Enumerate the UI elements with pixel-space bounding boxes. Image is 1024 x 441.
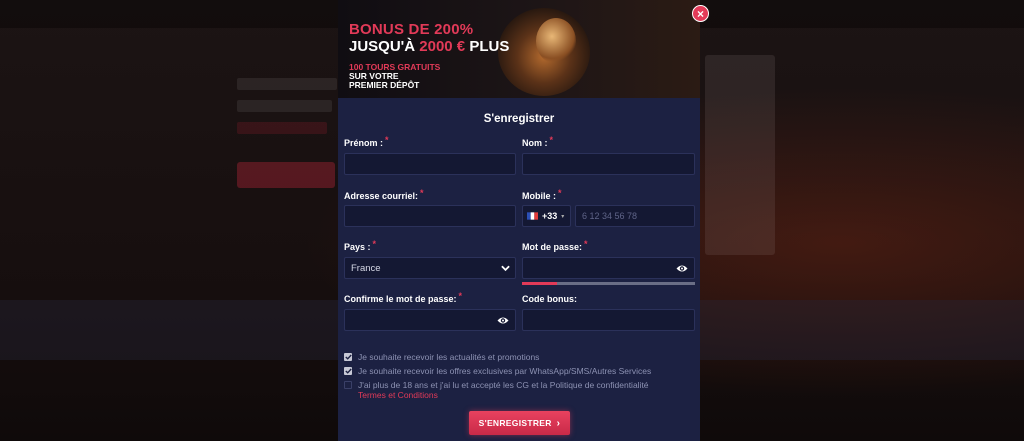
check-icon	[344, 368, 352, 374]
country-code-select[interactable]: +33 ▾	[522, 205, 571, 227]
banner-line2: JUSQU'À 2000 € PLUS	[349, 38, 509, 55]
prenom-label: Prénom : *	[344, 135, 389, 148]
country-code: +33	[542, 211, 558, 221]
register-submit-label: S'ENREGISTRER	[478, 418, 552, 428]
password-label: Mot de passe: *	[522, 239, 588, 252]
eye-icon[interactable]	[676, 263, 688, 274]
bonus-code-input[interactable]	[522, 309, 695, 331]
required-mark: *	[584, 239, 588, 249]
terms-checkbox-label: J'ai plus de 18 ans et j'ai lu et accept…	[358, 380, 649, 390]
email-label-text: Adresse courriel:	[344, 191, 419, 201]
bonus-code-label-text: Code bonus:	[522, 294, 577, 304]
email-label: Adresse courriel: *	[344, 188, 424, 201]
banner-line2-suffix: PLUS	[469, 38, 510, 55]
prenom-input[interactable]	[344, 153, 516, 175]
check-icon	[344, 354, 352, 360]
bonus-banner: BONUS DE 200% JUSQU'À 2000 € PLUS 100 TO…	[338, 0, 700, 98]
confirm-password-input[interactable]	[344, 309, 516, 331]
mobile-label-text: Mobile :	[522, 191, 556, 201]
nom-input[interactable]	[522, 153, 695, 175]
required-mark: *	[385, 135, 389, 145]
background-hero-line	[237, 122, 327, 134]
whatsapp-offers-checkbox-label: Je souhaite recevoir les offres exclusiv…	[358, 366, 652, 376]
pays-label-text: Pays :	[344, 242, 371, 252]
caret-down-icon: ▾	[561, 213, 565, 220]
terms-link[interactable]: Termes et Conditions	[358, 390, 438, 400]
pays-label: Pays : *	[344, 239, 377, 252]
bonus-code-label: Code bonus:	[522, 294, 577, 304]
banner-glow	[536, 18, 576, 64]
email-input[interactable]	[344, 205, 516, 227]
password-label-text: Mot de passe:	[522, 242, 583, 252]
form-title: S'enregistrer	[483, 113, 555, 125]
mobile-placeholder: 6 12 34 56 78	[582, 211, 638, 221]
nom-label-text: Nom :	[522, 138, 548, 148]
password-input[interactable]	[522, 257, 695, 279]
newsletter-checkbox-label: Je souhaite recevoir les actualités et p…	[358, 352, 540, 362]
background-hero-line	[237, 78, 337, 90]
pays-value: France	[351, 262, 381, 274]
france-flag-icon	[527, 212, 538, 220]
chevron-down-icon	[501, 265, 510, 272]
background-hero-line	[237, 100, 332, 112]
password-strength-bar	[522, 282, 695, 285]
confirm-password-label-text: Confirme le mot de passe:	[344, 294, 457, 304]
required-mark: *	[420, 188, 424, 198]
required-mark: *	[549, 135, 554, 145]
eye-icon[interactable]	[497, 315, 509, 326]
mobile-input[interactable]: 6 12 34 56 78	[575, 205, 695, 227]
banner-line4: SUR VOTRE PREMIER DÉPÔT	[349, 71, 420, 90]
banner-line1: BONUS DE 200%	[349, 21, 474, 38]
pays-select[interactable]: France	[344, 257, 516, 279]
chevron-right-icon: ›	[556, 417, 561, 429]
mobile-label: Mobile : *	[522, 188, 562, 201]
register-modal: BONUS DE 200% JUSQU'À 2000 € PLUS 100 TO…	[338, 0, 700, 441]
background-hero-button	[237, 162, 335, 188]
required-mark: *	[558, 188, 562, 198]
close-icon[interactable]: ×	[692, 5, 709, 22]
whatsapp-offers-checkbox[interactable]	[344, 367, 352, 375]
register-submit-button[interactable]: S'ENREGISTRER ›	[469, 411, 570, 435]
banner-line2-prefix: JUSQU'À	[349, 38, 416, 55]
confirm-password-label: Confirme le mot de passe: *	[344, 291, 463, 304]
banner-amount: 2000 €	[419, 38, 466, 55]
required-mark: *	[372, 239, 377, 249]
terms-checkbox[interactable]	[344, 381, 352, 389]
nom-label: Nom : *	[522, 135, 554, 148]
password-strength-fill	[522, 282, 557, 285]
background-cards	[705, 55, 775, 255]
required-mark: *	[458, 291, 463, 301]
prenom-label-text: Prénom :	[344, 138, 384, 148]
close-icon-glyph: ×	[696, 6, 704, 21]
newsletter-checkbox[interactable]	[344, 353, 352, 361]
